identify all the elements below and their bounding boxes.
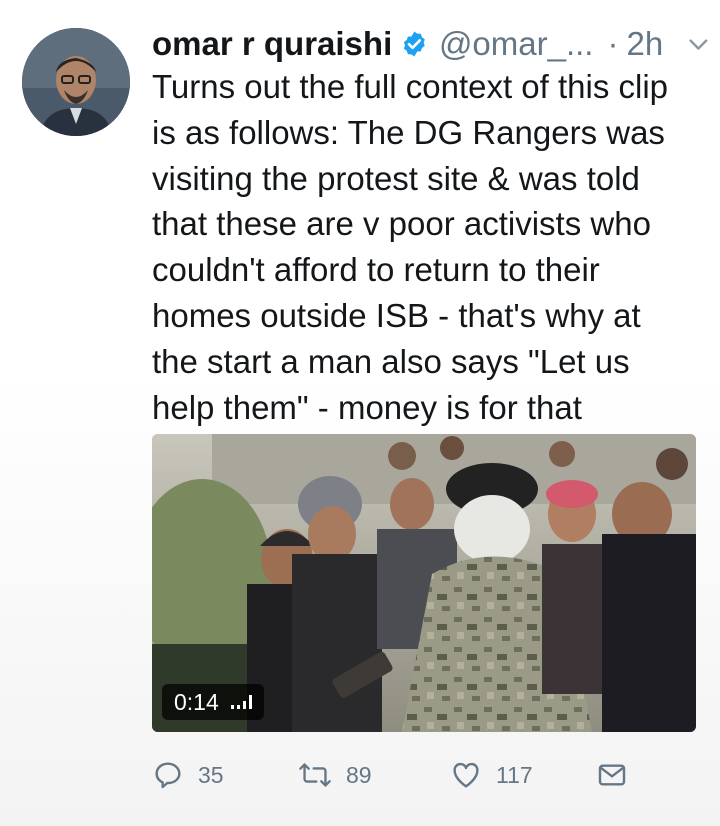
tweet-text-line: Turns out the full context of this clip (152, 68, 669, 105)
verified-icon (404, 31, 425, 57)
video-duration-badge: 0:14 (162, 684, 264, 720)
reply-icon (155, 762, 181, 789)
display-name[interactable]: omar r quraishi (152, 24, 392, 64)
video-duration: 0:14 (174, 688, 219, 715)
avatar[interactable] (22, 28, 130, 136)
tweet-actions: 35 89 117 (152, 752, 712, 798)
retweet-icon (299, 763, 331, 787)
chevron-down-icon[interactable] (685, 30, 712, 58)
retweet-button[interactable]: 89 (298, 752, 372, 798)
tweet-text-line: visiting the protest site & was told (152, 159, 640, 197)
tweet-text-line: help them" - money is for that (152, 388, 582, 426)
tweet-text-line: that these are v poor activists who (152, 205, 651, 243)
handle[interactable]: @omar_... (439, 24, 594, 64)
timestamp[interactable]: 2h (626, 24, 663, 64)
tweet-text-line: the start a man also says "Let us (152, 342, 630, 380)
like-button[interactable]: 117 (450, 752, 533, 798)
video-player[interactable]: 0:14 (152, 434, 696, 732)
like-icon (453, 762, 479, 788)
direct-message-button[interactable] (596, 752, 628, 798)
tweet-text: Turns out the full context of this clip … (152, 64, 712, 430)
retweet-count: 89 (346, 761, 372, 788)
tweet-text-line: couldn't afford to return to their (152, 251, 600, 289)
tweet-header: omar r quraishi @omar_... · 2h (152, 20, 712, 68)
reply-button[interactable]: 35 (152, 752, 224, 798)
tweet-text-line: homes outside ISB - that's why at (152, 296, 641, 334)
volume-icon[interactable] (230, 695, 252, 709)
like-count: 117 (496, 761, 533, 788)
avatar-image (22, 28, 130, 136)
tweet-text-line: is as follows: The DG Rangers was (152, 113, 665, 151)
direct-message-icon (598, 764, 626, 786)
reply-count: 35 (198, 761, 224, 788)
separator-dot: · (607, 25, 619, 62)
